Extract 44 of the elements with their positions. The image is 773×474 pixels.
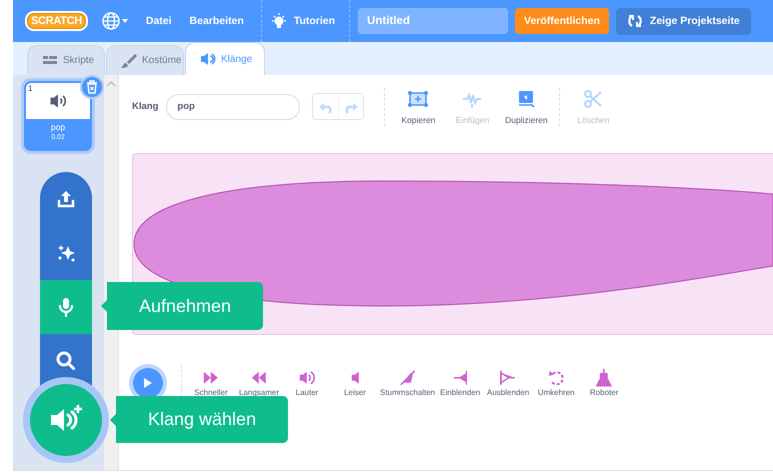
upload-icon <box>55 188 77 210</box>
sound-name: pop <box>50 122 66 132</box>
loud-speaker-icon <box>299 370 315 384</box>
fade-out-icon <box>500 370 516 386</box>
trash-icon <box>85 80 99 94</box>
search-icon <box>55 350 77 372</box>
speaker-icon <box>200 51 216 67</box>
project-page-button[interactable]: Zeige Projektseite <box>616 8 751 34</box>
sound-number: 1 <box>28 84 32 93</box>
tab[interactable]: Kostüme <box>106 45 184 75</box>
rewind-icon <box>251 370 267 384</box>
field-label: Klang <box>132 101 158 112</box>
paintbrush-icon <box>121 52 137 68</box>
louder-effect-button[interactable]: Lauter <box>284 370 330 396</box>
reverse-icon <box>548 370 564 386</box>
sync-arrows-icon <box>626 13 643 29</box>
scissors-icon <box>582 88 604 110</box>
robot-effect-button[interactable]: Roboter <box>581 370 628 396</box>
globe-icon[interactable] <box>102 12 129 30</box>
fadein-effect-button[interactable]: Einblenden <box>437 370 484 396</box>
robot-icon <box>596 368 612 387</box>
copy-icon <box>407 88 430 110</box>
duplicate-button[interactable]: Duplizieren <box>499 88 554 125</box>
fast-forward-icon <box>203 370 219 384</box>
tooltip: Aufnehmen <box>101 282 264 330</box>
faster-effect-button[interactable]: Schneller <box>188 370 234 396</box>
slower-effect-button[interactable]: Langsamer <box>236 370 282 396</box>
tooltip: Klang wählen <box>110 396 288 443</box>
mute-effect-button[interactable]: Stummschalten <box>380 370 436 396</box>
speaker-icon <box>350 370 360 384</box>
lightbulb-icon <box>270 13 287 29</box>
play-button[interactable] <box>133 368 163 398</box>
softer-effect-button[interactable]: Leiser <box>332 370 378 396</box>
tab[interactable]: Skripte <box>27 45 105 75</box>
fadeout-effect-button[interactable]: Ausblenden <box>485 370 532 396</box>
play-icon <box>144 378 152 388</box>
delete-button[interactable] <box>82 77 102 97</box>
fade-in-icon <box>452 370 468 386</box>
sound-name-field[interactable]: pop <box>166 94 300 120</box>
copy-button[interactable]: Kopieren <box>391 88 446 125</box>
reverse-effect-button[interactable]: Umkehren <box>533 370 580 396</box>
choose-sound-button[interactable] <box>30 384 102 456</box>
record-button[interactable] <box>40 280 92 334</box>
muted-speaker-icon <box>400 370 416 386</box>
